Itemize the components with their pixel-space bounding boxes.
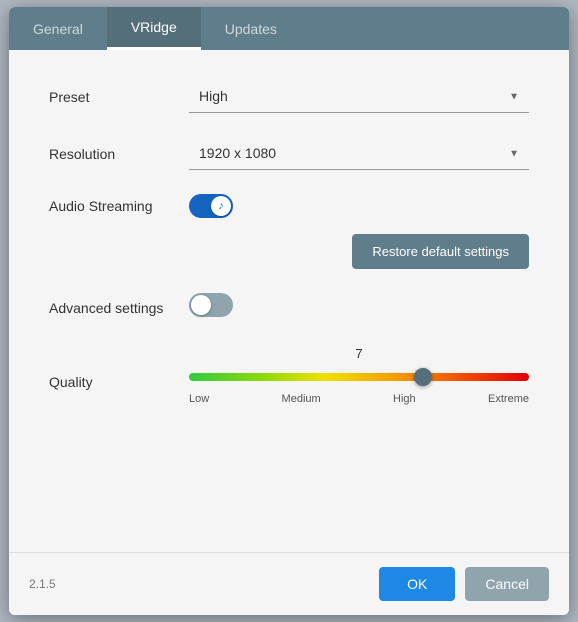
music-icon: ♪ <box>218 200 224 212</box>
audio-streaming-toggle-wrapper: ♪ <box>189 194 233 218</box>
tab-bar: General VRidge Updates <box>9 7 569 50</box>
slider-container <box>189 367 529 387</box>
cancel-button[interactable]: Cancel <box>465 567 549 601</box>
resolution-control: 1280 x 720 1920 x 1080 2560 x 1440 <box>189 137 529 170</box>
preset-select[interactable]: Low Medium High Ultra <box>189 80 529 113</box>
advanced-toggle-thumb <box>191 295 211 315</box>
restore-row: Restore default settings <box>189 234 529 269</box>
resolution-row: Resolution 1280 x 720 1920 x 1080 2560 x… <box>49 137 529 170</box>
slider-label-medium: Medium <box>282 393 321 405</box>
resolution-select[interactable]: 1280 x 720 1920 x 1080 2560 x 1440 <box>189 137 529 170</box>
preset-control: Low Medium High Ultra <box>189 80 529 113</box>
settings-dialog: General VRidge Updates Preset Low Medium… <box>9 7 569 615</box>
preset-select-wrapper: Low Medium High Ultra <box>189 80 529 113</box>
slider-label-extreme: Extreme <box>488 393 529 405</box>
advanced-settings-row: Advanced settings <box>49 293 529 322</box>
ok-button[interactable]: OK <box>379 567 455 601</box>
footer-buttons: OK Cancel <box>379 567 549 601</box>
tab-general[interactable]: General <box>9 7 107 50</box>
footer: 2.1.5 OK Cancel <box>9 552 569 615</box>
content-area: Preset Low Medium High Ultra Resolution <box>9 50 569 552</box>
quality-section: Quality 7 Low Medium High Extreme <box>49 346 529 405</box>
audio-streaming-row: Audio Streaming ♪ <box>49 194 529 218</box>
advanced-settings-toggle[interactable] <box>189 293 233 317</box>
quality-slider[interactable] <box>189 368 529 386</box>
tab-vridge[interactable]: VRidge <box>107 7 201 50</box>
tab-updates[interactable]: Updates <box>201 7 301 50</box>
advanced-settings-label: Advanced settings <box>49 300 189 316</box>
version-text: 2.1.5 <box>29 577 56 591</box>
restore-button[interactable]: Restore default settings <box>352 234 529 269</box>
slider-labels: Low Medium High Extreme <box>189 393 529 405</box>
slider-label-high: High <box>393 393 416 405</box>
toggle-thumb: ♪ <box>211 196 231 216</box>
advanced-settings-control <box>189 293 529 322</box>
audio-streaming-label: Audio Streaming <box>49 198 189 214</box>
preset-row: Preset Low Medium High Ultra <box>49 80 529 113</box>
slider-label-low: Low <box>189 393 209 405</box>
quality-value: 7 <box>189 346 529 361</box>
quality-label: Quality <box>49 346 189 390</box>
resolution-select-wrapper: 1280 x 720 1920 x 1080 2560 x 1440 <box>189 137 529 170</box>
audio-streaming-toggle[interactable]: ♪ <box>189 194 233 218</box>
resolution-label: Resolution <box>49 146 189 162</box>
quality-control: 7 Low Medium High Extreme <box>189 346 529 405</box>
preset-label: Preset <box>49 89 189 105</box>
